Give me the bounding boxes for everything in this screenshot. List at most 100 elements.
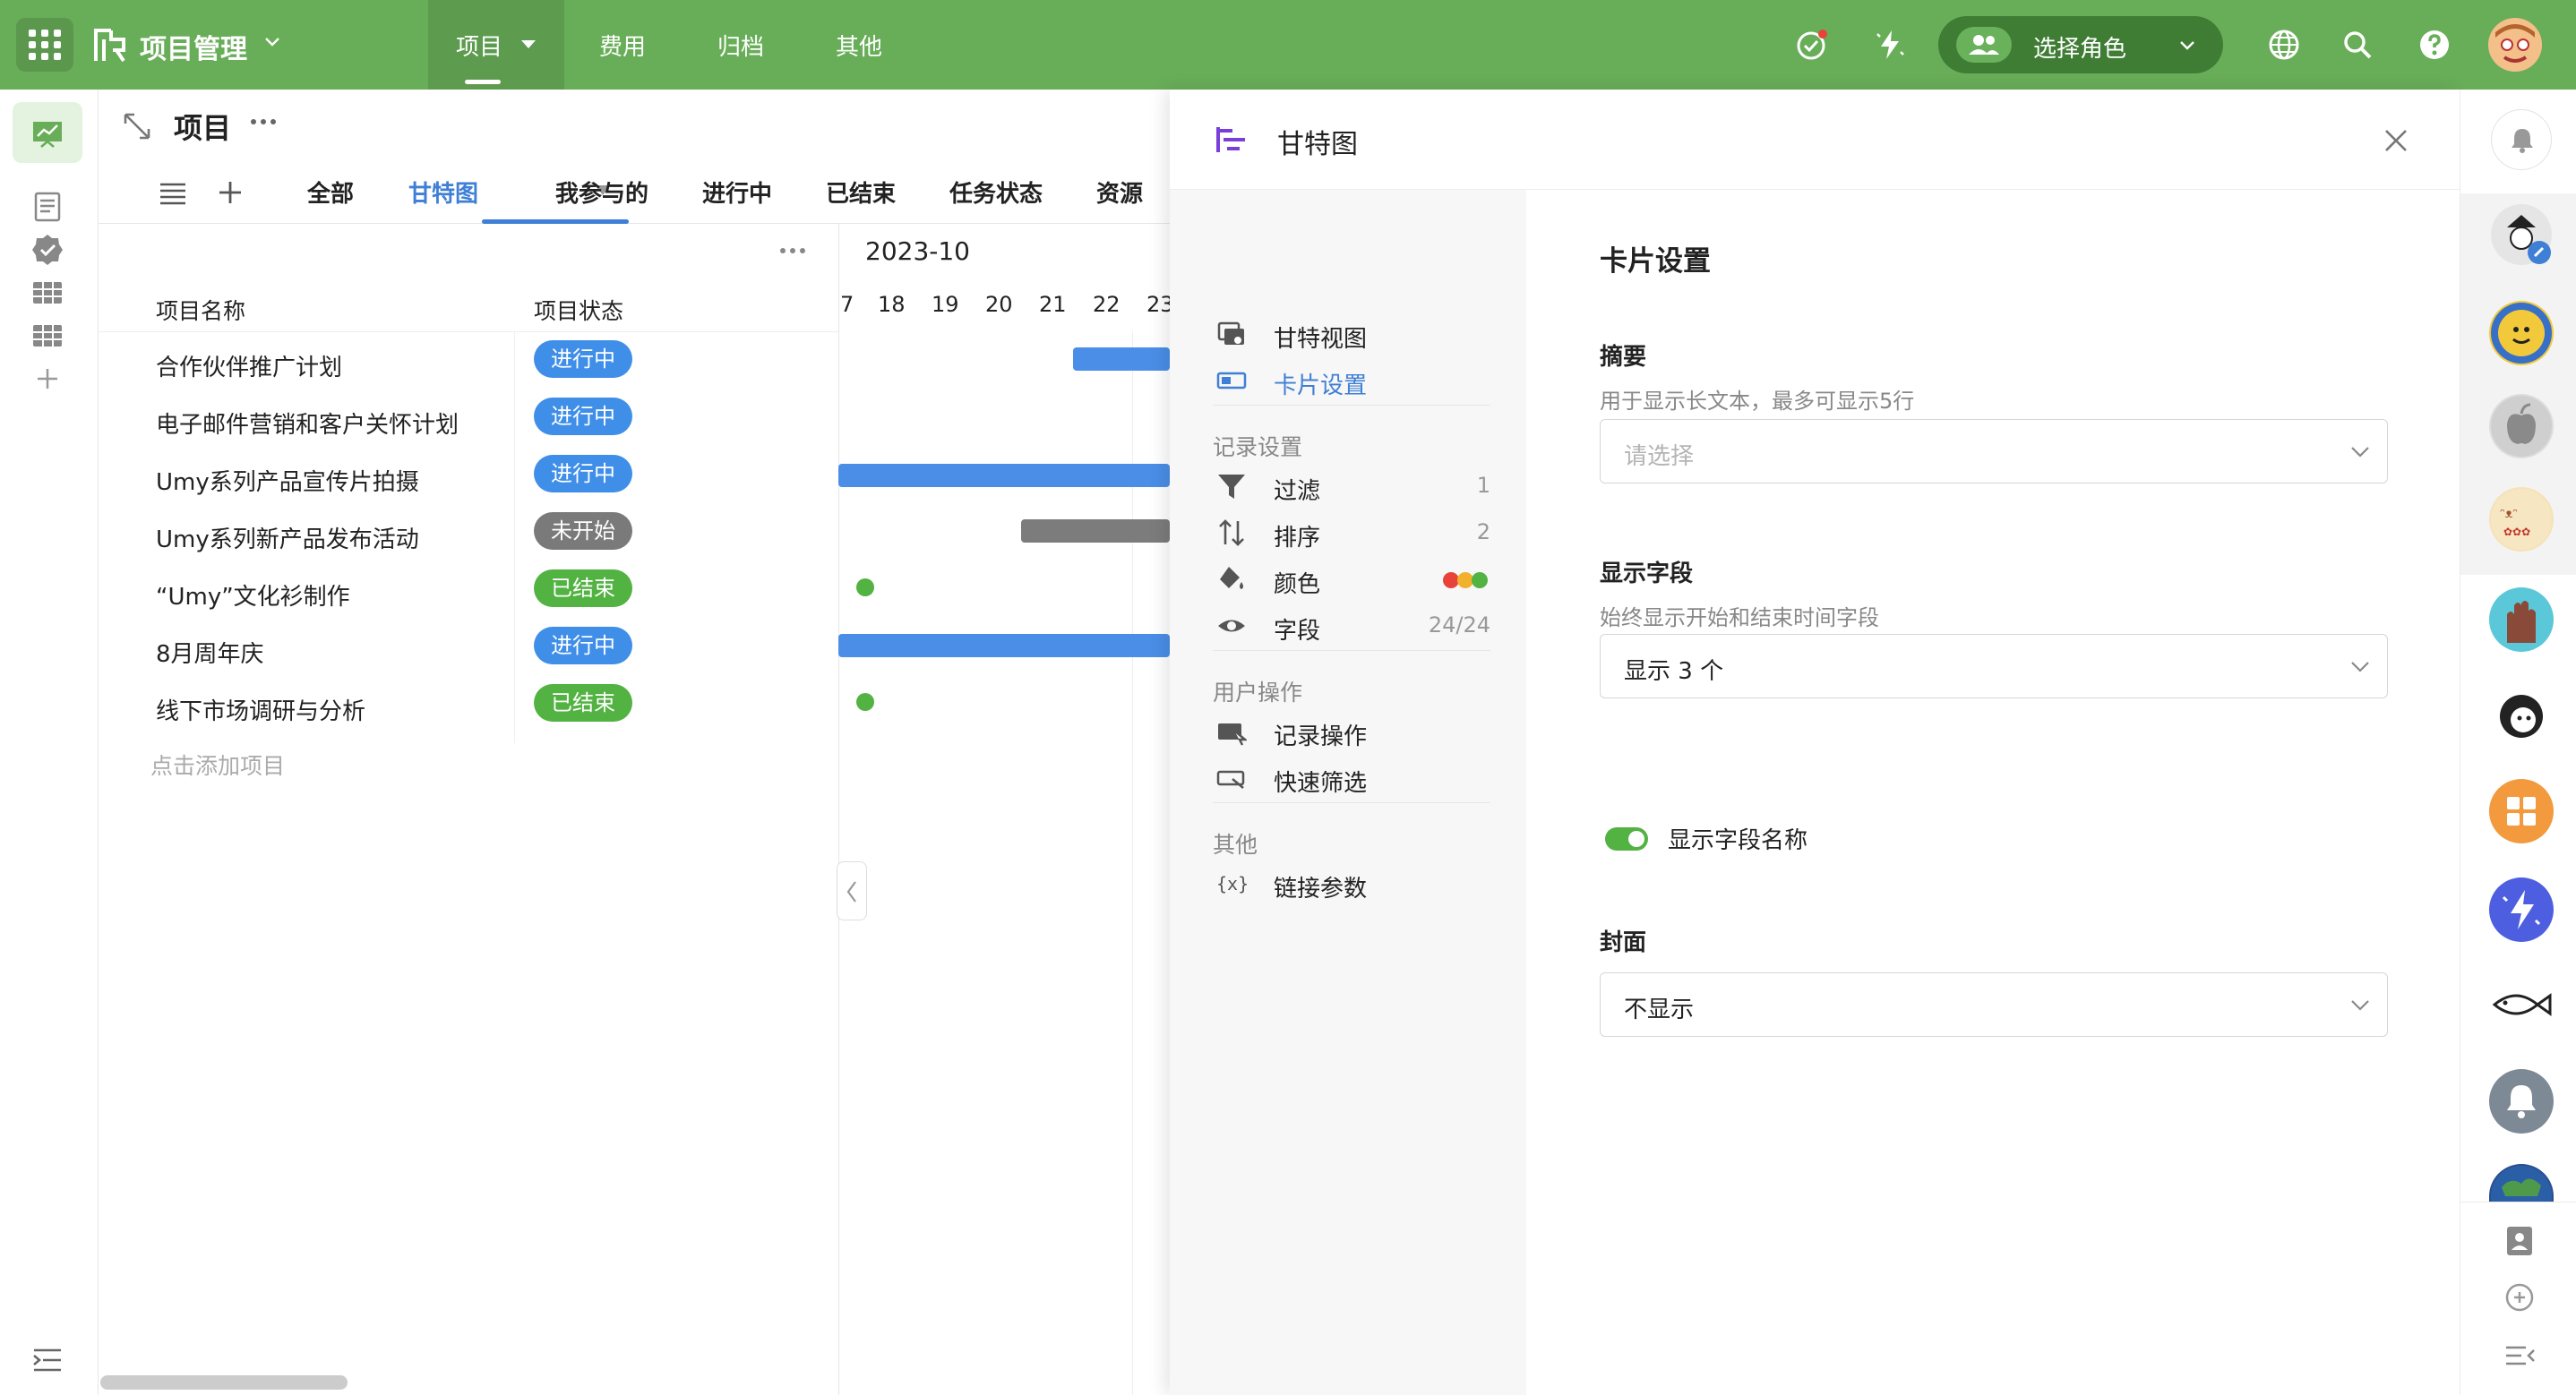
menu-expand-icon[interactable] — [2503, 1339, 2536, 1372]
chat-bubble-icon[interactable] — [2503, 1282, 2536, 1314]
chevron-left-icon — [846, 881, 856, 903]
app-avatar-bell[interactable] — [2489, 1069, 2554, 1134]
nav-item-archive[interactable]: 归档 — [691, 0, 790, 90]
tab-ended[interactable]: 已结束 — [826, 175, 896, 209]
menu-item-record-action[interactable]: 记录操作 — [1213, 715, 1490, 750]
table-row-name[interactable]: 电子邮件营销和客户关怀计划 — [156, 407, 459, 440]
automation-bolt-icon[interactable] — [1872, 27, 1908, 63]
collapse-panel-button[interactable] — [837, 861, 867, 920]
nav-item-other[interactable]: 其他 — [810, 0, 908, 90]
gantt-bar[interactable] — [1021, 519, 1170, 543]
app-avatar-fish[interactable] — [2489, 972, 2554, 1037]
card-settings-title: 卡片设置 — [1600, 245, 1711, 278]
tab-gantt[interactable]: 甘特图 — [408, 175, 478, 209]
sidebar-item-dashboard[interactable] — [13, 102, 82, 163]
tab-task-status[interactable]: 任务状态 — [949, 175, 1043, 209]
app-avatar-detective[interactable] — [2489, 202, 2554, 267]
menu-item-fields[interactable]: 字段 24/24 — [1213, 609, 1490, 645]
search-icon[interactable] — [2340, 27, 2375, 63]
chevron-down-icon — [2351, 662, 2369, 672]
menu-item-quick-filter[interactable]: 快速筛选 — [1213, 761, 1490, 797]
gantt-month-label: 2023-10 — [865, 236, 970, 266]
user-avatar[interactable] — [2488, 18, 2542, 72]
gantt-bar[interactable] — [838, 634, 1170, 657]
color-swatch-icon — [1443, 572, 1488, 588]
status-badge[interactable]: 进行中 — [534, 627, 632, 664]
nav-item-expense[interactable]: 费用 — [573, 0, 672, 90]
role-selector[interactable]: 选择角色 — [1938, 16, 2223, 73]
gantt-bar[interactable] — [1073, 347, 1170, 371]
gantt-view-icon — [1217, 321, 1244, 345]
gantt-milestone-dot[interactable] — [856, 693, 874, 711]
add-view-icon[interactable] — [215, 177, 245, 208]
plus-icon — [38, 369, 57, 389]
horizontal-scrollbar[interactable] — [100, 1375, 348, 1390]
help-icon[interactable] — [2417, 27, 2452, 63]
contacts-icon[interactable] — [2503, 1225, 2536, 1257]
app-avatar-doodle[interactable]: ᵔᴥᵔ ✿✿✿ — [2489, 487, 2554, 552]
status-badge[interactable]: 进行中 — [534, 340, 632, 378]
menu-item-link-params[interactable]: {x} 链接参数 — [1213, 867, 1490, 903]
chevron-down-icon[interactable] — [262, 30, 283, 52]
app-grid-icon[interactable] — [16, 18, 73, 72]
status-badge[interactable]: 已结束 — [534, 569, 632, 607]
sidebar-add-button[interactable] — [13, 347, 82, 408]
menu-item-card-settings[interactable]: 卡片设置 — [1213, 364, 1490, 399]
people-icon — [1956, 27, 2012, 63]
tab-involved[interactable]: 我参与的 — [555, 175, 648, 209]
app-avatar-vault-boy[interactable] — [2489, 301, 2554, 365]
add-project-button[interactable]: 点击添加项目 — [150, 749, 285, 781]
sort-icon — [1219, 519, 1244, 546]
nav-active-indicator — [464, 80, 501, 84]
cover-select[interactable]: 不显示 — [1600, 972, 2388, 1037]
summary-description: 用于显示长文本，最多可显示5行 — [1600, 389, 1915, 414]
status-badge[interactable]: 进行中 — [534, 398, 632, 435]
app-avatar-grid[interactable] — [2489, 779, 2554, 843]
app-avatar-earth[interactable] — [2489, 1164, 2554, 1202]
table-row-name[interactable]: 线下市场调研与分析 — [156, 693, 365, 726]
tab-in-progress[interactable]: 进行中 — [702, 175, 772, 209]
app-avatar-curly-face[interactable] — [2489, 684, 2554, 749]
task-check-icon[interactable] — [1793, 27, 1829, 63]
app-name[interactable]: 项目管理 — [140, 27, 247, 66]
show-field-names-toggle[interactable] — [1605, 827, 1648, 851]
gantt-milestone-dot[interactable] — [856, 578, 874, 596]
app-avatar-automation[interactable] — [2489, 877, 2554, 942]
column-header-name[interactable]: 项目名称 — [156, 294, 245, 326]
summary-label: 摘要 — [1600, 344, 1647, 371]
table-row-name[interactable]: 8月周年庆 — [156, 636, 264, 669]
menu-item-gantt-view[interactable]: 甘特视图 — [1213, 317, 1490, 353]
table-row-name[interactable]: “Umy”文化衫制作 — [156, 578, 350, 612]
menu-item-color[interactable]: 颜色 — [1213, 562, 1490, 598]
eye-icon — [1218, 620, 1245, 632]
expand-icon[interactable] — [122, 111, 152, 141]
status-badge[interactable]: 未开始 — [534, 512, 632, 550]
status-badge[interactable]: 进行中 — [534, 455, 632, 492]
app-avatar-apple[interactable] — [2489, 394, 2554, 458]
display-fields-select[interactable]: 显示 3 个 — [1600, 634, 2388, 698]
tab-all[interactable]: 全部 — [307, 175, 354, 209]
view-tabs: 全部 甘特图 我参与的 进行中 已结束 任务状态 资源 — [99, 161, 1170, 224]
status-badge[interactable]: 已结束 — [534, 684, 632, 722]
nav-item-project[interactable]: 项目 — [428, 0, 564, 90]
table-row-name[interactable]: Umy系列产品宣传片拍摄 — [156, 464, 419, 497]
column-header-status[interactable]: 项目状态 — [534, 294, 623, 326]
section-title-user: 用户操作 — [1213, 680, 1303, 706]
table-more-icon[interactable] — [777, 242, 808, 260]
list-menu-icon[interactable] — [158, 177, 188, 208]
globe-icon[interactable] — [2266, 27, 2302, 63]
tab-resources[interactable]: 资源 — [1096, 175, 1143, 209]
close-icon[interactable] — [2383, 127, 2409, 154]
summary-select[interactable]: 请选择 — [1600, 419, 2388, 484]
table-row-name[interactable]: Umy系列新产品发布活动 — [156, 521, 419, 554]
sidebar-collapse-button[interactable] — [13, 1329, 82, 1390]
app-avatar-hands[interactable] — [2489, 587, 2554, 652]
gantt-bar[interactable] — [838, 464, 1170, 487]
menu-item-filter[interactable]: 过滤 1 — [1213, 469, 1490, 505]
notification-button[interactable] — [2491, 109, 2552, 170]
more-options-icon[interactable] — [249, 113, 278, 131]
menu-item-sort[interactable]: 排序 2 — [1213, 516, 1490, 552]
menu-collapse-icon — [33, 1348, 61, 1372]
table-row-name[interactable]: 合作伙伴推广计划 — [156, 349, 342, 382]
chevron-down-icon — [2351, 1000, 2369, 1011]
